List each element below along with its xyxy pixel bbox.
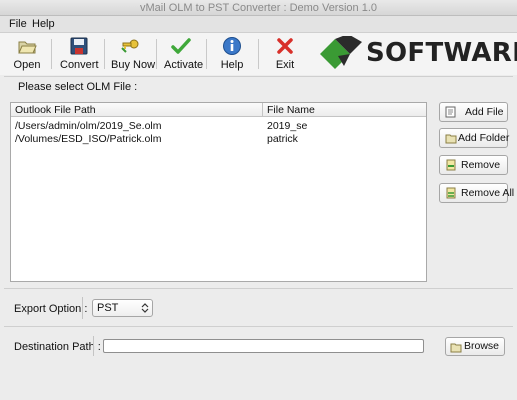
add-file-label: Add File xyxy=(465,106,504,118)
toolbar-separator xyxy=(104,39,105,69)
menu-bar: File Help xyxy=(0,16,517,33)
column-header-filename[interactable]: File Name xyxy=(263,103,426,117)
add-file-icon xyxy=(445,106,456,118)
destination-path-label: Destination Path : xyxy=(14,341,101,353)
divider xyxy=(4,326,513,327)
toolbar-separator xyxy=(51,39,52,69)
olm-file-table[interactable]: Outlook File Path File Name /Users/admin… xyxy=(10,102,427,282)
select-updown-icon xyxy=(141,303,149,313)
toolbar-separator xyxy=(206,39,207,69)
convert-button[interactable]: Convert xyxy=(60,36,99,74)
window-titlebar: vMail OLM to PST Converter : Demo Versio… xyxy=(0,0,517,16)
remove-label: Remove xyxy=(461,159,501,171)
red-x-icon xyxy=(277,38,293,54)
logo-text: SOFTWARE xyxy=(366,38,517,68)
table-row-2-path[interactable]: /Volumes/ESD_ISO/Patrick.olm xyxy=(11,133,263,146)
activate-button[interactable]: Activate xyxy=(164,36,204,74)
destination-path-input[interactable] xyxy=(103,339,424,353)
menu-help[interactable]: Help xyxy=(32,16,55,33)
folder-open-icon xyxy=(18,41,37,54)
remove-all-icon xyxy=(446,187,456,199)
buy-now-button[interactable]: Buy Now xyxy=(111,36,156,74)
export-format-value: PST xyxy=(97,302,119,314)
remove-all-button[interactable]: Remove All xyxy=(439,183,514,203)
info-icon xyxy=(223,37,241,55)
export-option-label: Export Option : xyxy=(14,303,88,315)
table-row-1-name[interactable]: 2019_se xyxy=(263,120,426,133)
convert-label: Convert xyxy=(60,59,99,71)
field-separator xyxy=(82,297,83,319)
table-row-2-name[interactable]: patrick xyxy=(263,133,426,146)
column-header-path[interactable]: Outlook File Path xyxy=(11,103,263,117)
exit-button[interactable]: Exit xyxy=(272,36,298,74)
divider xyxy=(4,76,513,77)
export-format-select[interactable]: PST xyxy=(92,299,153,317)
select-olm-prompt: Please select OLM File : xyxy=(18,81,138,93)
field-separator xyxy=(93,336,94,356)
remove-button[interactable]: Remove xyxy=(439,155,508,175)
software-logo: SOFTWARE xyxy=(318,34,517,72)
browse-button[interactable]: Browse xyxy=(445,337,505,356)
open-button[interactable]: Open xyxy=(10,36,44,74)
buy-now-label: Buy Now xyxy=(111,59,156,71)
key-icon xyxy=(121,39,139,53)
table-row-1-path[interactable]: /Users/admin/olm/2019_Se.olm xyxy=(11,120,263,133)
add-folder-icon xyxy=(445,134,457,144)
window-title: vMail OLM to PST Converter : Demo Versio… xyxy=(140,2,377,14)
menu-file[interactable]: File xyxy=(9,16,27,33)
exit-label: Exit xyxy=(275,59,295,71)
add-file-button[interactable]: Add File xyxy=(439,102,508,122)
open-label: Open xyxy=(13,59,41,71)
checkmark-icon xyxy=(171,38,191,54)
browse-label: Browse xyxy=(464,340,500,352)
folder-icon xyxy=(450,343,462,353)
floppy-save-icon xyxy=(70,37,88,55)
toolbar-separator xyxy=(156,39,157,69)
add-folder-label: Add Folder xyxy=(458,132,510,144)
logo-mark-icon xyxy=(320,34,362,69)
add-folder-button[interactable]: Add Folder xyxy=(439,128,510,148)
help-label: Help xyxy=(220,59,244,71)
remove-icon xyxy=(446,159,456,171)
activate-label: Activate xyxy=(164,59,204,71)
divider xyxy=(4,288,513,289)
help-button[interactable]: Help xyxy=(218,36,246,74)
toolbar-separator xyxy=(258,39,259,69)
remove-all-label: Remove All xyxy=(461,187,515,199)
